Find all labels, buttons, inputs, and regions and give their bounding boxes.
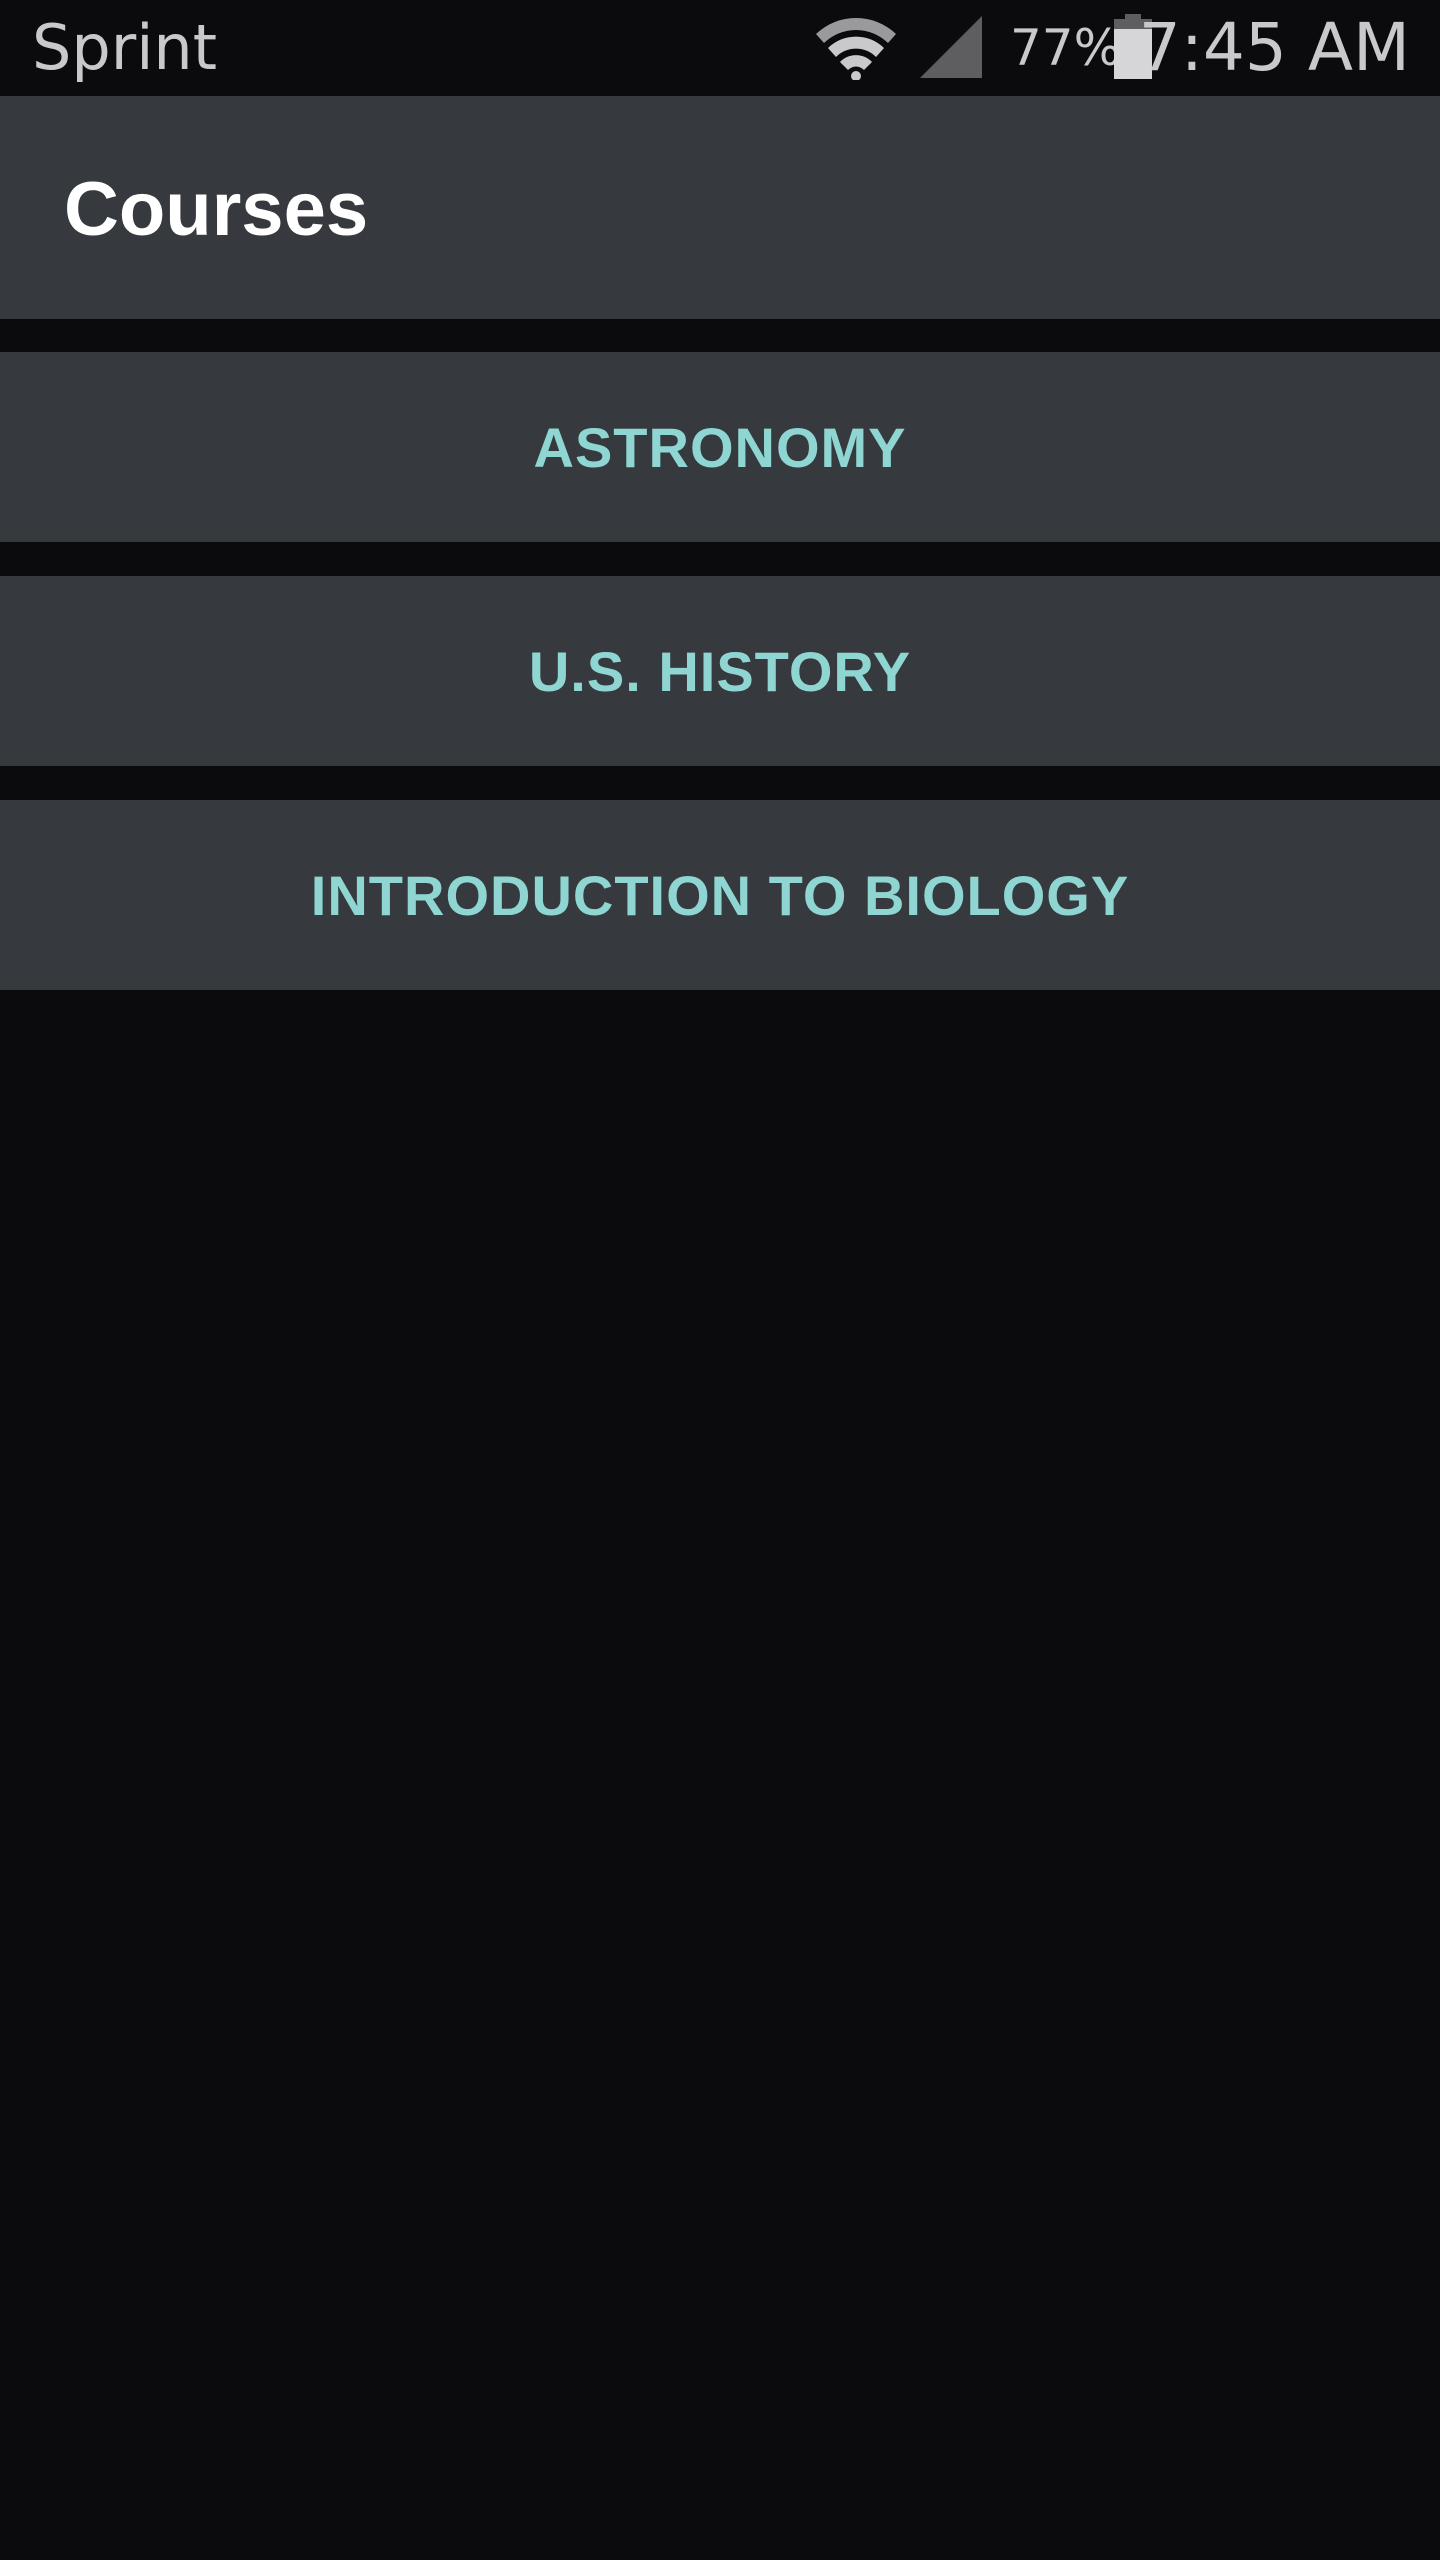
- status-clock: 7:45 AM: [1138, 9, 1410, 86]
- course-button-us-history[interactable]: U.S. HISTORY: [0, 576, 1440, 766]
- status-bar: Sprint 77% 7:45 AM: [0, 0, 1440, 96]
- wifi-icon: [816, 18, 896, 80]
- cell-signal-icon: [920, 16, 982, 78]
- app-bar: Courses: [0, 96, 1440, 319]
- course-button-astronomy[interactable]: ASTRONOMY: [0, 352, 1440, 542]
- courses-screen: Sprint 77% 7:45 AM Courses ASTRONOMY U.S…: [0, 0, 1440, 2560]
- course-button-intro-biology[interactable]: INTRODUCTION TO BIOLOGY: [0, 800, 1440, 990]
- course-label: INTRODUCTION TO BIOLOGY: [310, 863, 1130, 927]
- course-label: ASTRONOMY: [533, 415, 907, 479]
- course-list: ASTRONOMY U.S. HISTORY INTRODUCTION TO B…: [0, 352, 1440, 1024]
- page-title: Courses: [64, 167, 369, 252]
- course-label: U.S. HISTORY: [528, 639, 912, 703]
- carrier-name: Sprint: [32, 11, 218, 84]
- battery-percent: 77%: [1010, 19, 1122, 77]
